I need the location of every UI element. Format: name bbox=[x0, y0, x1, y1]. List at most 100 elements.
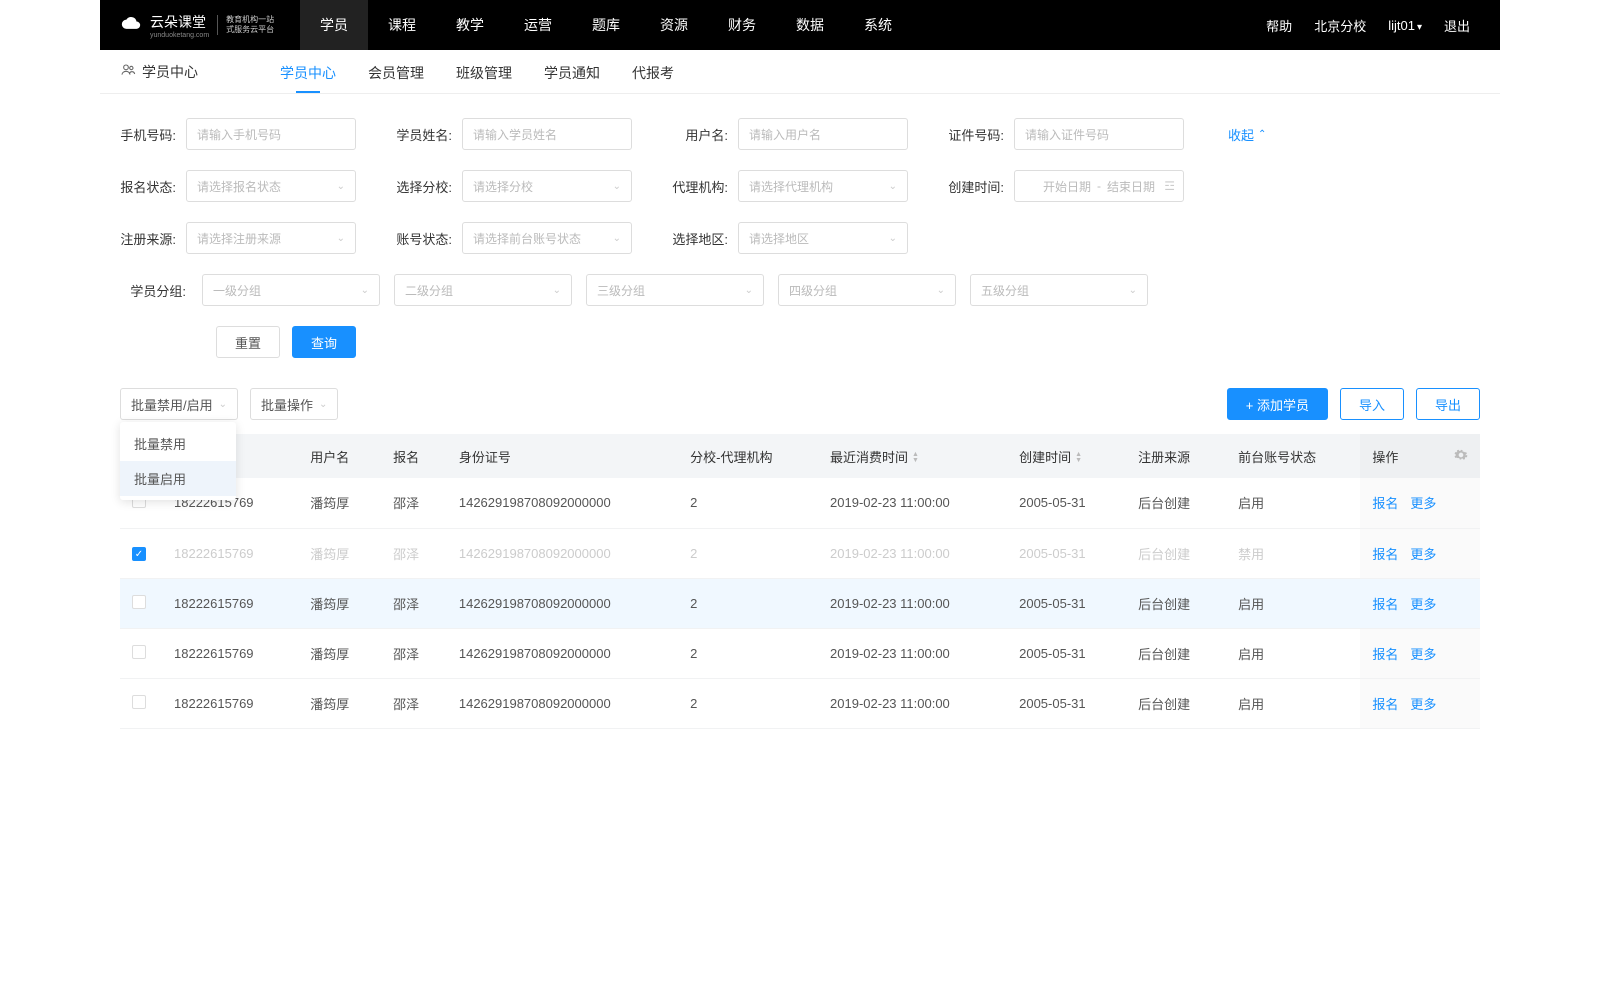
subnav-tab-2[interactable]: 班级管理 bbox=[456, 51, 512, 93]
topnav-tab-2[interactable]: 教学 bbox=[436, 0, 504, 50]
select-regsrc[interactable]: 请选择注册来源⌄ bbox=[186, 222, 356, 254]
th-src: 注册来源 bbox=[1126, 434, 1226, 478]
menu-item-disable[interactable]: 批量禁用 bbox=[120, 426, 236, 461]
chevron-down-icon: ⌄ bbox=[337, 233, 345, 244]
select-agency[interactable]: 请选择代理机构⌄ bbox=[738, 170, 908, 202]
th-ops: 操作 bbox=[1360, 434, 1442, 478]
logout-link[interactable]: 退出 bbox=[1444, 16, 1470, 35]
topnav-tab-5[interactable]: 资源 bbox=[640, 0, 708, 50]
row-more-link[interactable]: 更多 bbox=[1410, 547, 1436, 562]
row-more-link[interactable]: 更多 bbox=[1410, 697, 1436, 712]
topnav-tab-8[interactable]: 系统 bbox=[844, 0, 912, 50]
cell-last: 2019-02-23 11:00:00 bbox=[818, 678, 1007, 728]
subnav-tab-0[interactable]: 学员中心 bbox=[280, 51, 336, 93]
row-more-link[interactable]: 更多 bbox=[1410, 496, 1436, 511]
row-register-link[interactable]: 报名 bbox=[1372, 647, 1398, 662]
reset-button[interactable]: 重置 bbox=[216, 326, 280, 358]
cell-acc: 启用 bbox=[1226, 628, 1360, 678]
menu-item-enable[interactable]: 批量启用 bbox=[120, 461, 236, 496]
th-school: 分校-代理机构 bbox=[678, 434, 818, 478]
cell-ctime: 2005-05-31 bbox=[1007, 628, 1126, 678]
row-checkbox[interactable] bbox=[132, 695, 146, 709]
chevron-down-icon: ⌄ bbox=[1129, 285, 1137, 296]
import-button[interactable]: 导入 bbox=[1340, 388, 1404, 420]
select-group-2[interactable]: 二级分组⌄ bbox=[394, 274, 572, 306]
batch-toggle-dropdown[interactable]: 批量禁用/启用⌄ bbox=[120, 388, 238, 420]
branch-link[interactable]: 北京分校 bbox=[1314, 16, 1366, 35]
label-signup: 报名状态 bbox=[120, 177, 176, 196]
cell-last: 2019-02-23 11:00:00 bbox=[818, 528, 1007, 578]
query-button[interactable]: 查询 bbox=[292, 326, 356, 358]
sort-icon: ▲▼ bbox=[1075, 452, 1082, 464]
chevron-down-icon: ⌄ bbox=[745, 285, 753, 296]
label-region: 选择地区 bbox=[672, 229, 728, 248]
select-group-5[interactable]: 五级分组⌄ bbox=[970, 274, 1148, 306]
subnav-tab-3[interactable]: 学员通知 bbox=[544, 51, 600, 93]
topnav-tab-4[interactable]: 题库 bbox=[572, 0, 640, 50]
topnav-tab-7[interactable]: 数据 bbox=[776, 0, 844, 50]
row-register-link[interactable]: 报名 bbox=[1372, 547, 1398, 562]
topnav-tab-6[interactable]: 财务 bbox=[708, 0, 776, 50]
chevron-down-icon: ⌄ bbox=[889, 233, 897, 244]
table-row: 18222615769潘筠厚邵泽142629198708092000000220… bbox=[120, 478, 1480, 528]
daterange-ctime[interactable]: 开始日期-结束日期 ☲ bbox=[1014, 170, 1184, 202]
topnav-tab-1[interactable]: 课程 bbox=[368, 0, 436, 50]
cell-idnum: 142629198708092000000 bbox=[447, 578, 678, 628]
cell-acc: 启用 bbox=[1226, 478, 1360, 528]
students-table: 用户名 报名 身份证号 分校-代理机构 最近消费时间▲▼ 创建时间▲▼ 注册来源… bbox=[120, 434, 1480, 729]
batch-ops-dropdown[interactable]: 批量操作⌄ bbox=[250, 388, 338, 420]
filter-form: 手机号码 请输入手机号码 学员姓名 请输入学员姓名 用户名 请输入用户名 证件号… bbox=[100, 94, 1500, 358]
row-checkbox[interactable] bbox=[132, 595, 146, 609]
user-menu[interactable]: lijt01 bbox=[1388, 18, 1422, 33]
collapse-toggle[interactable]: 收起 bbox=[1228, 125, 1266, 144]
cell-src: 后台创建 bbox=[1126, 678, 1226, 728]
subnav-tab-4[interactable]: 代报考 bbox=[632, 51, 674, 93]
select-accstate[interactable]: 请选择前台账号状态⌄ bbox=[462, 222, 632, 254]
topnav-tab-3[interactable]: 运营 bbox=[504, 0, 572, 50]
cell-idnum: 142629198708092000000 bbox=[447, 628, 678, 678]
chevron-down-icon: ⌄ bbox=[553, 285, 561, 296]
subnav-tab-1[interactable]: 会员管理 bbox=[368, 51, 424, 93]
label-school: 选择分校 bbox=[396, 177, 452, 196]
row-register-link[interactable]: 报名 bbox=[1372, 597, 1398, 612]
row-checkbox[interactable]: ✓ bbox=[132, 547, 146, 561]
th-ctime[interactable]: 创建时间▲▼ bbox=[1007, 434, 1126, 478]
select-group-4[interactable]: 四级分组⌄ bbox=[778, 274, 956, 306]
label-group: 学员分组 bbox=[130, 281, 186, 300]
cell-username: 潘筠厚 bbox=[298, 578, 381, 628]
input-name[interactable]: 请输入学员姓名 bbox=[462, 118, 632, 150]
subnav-title: 学员中心 bbox=[110, 62, 280, 82]
cell-idnum: 142629198708092000000 bbox=[447, 478, 678, 528]
gear-icon bbox=[1454, 448, 1468, 462]
table-row: 18222615769潘筠厚邵泽142629198708092000000220… bbox=[120, 628, 1480, 678]
row-register-link[interactable]: 报名 bbox=[1372, 496, 1398, 511]
chevron-down-icon: ⌄ bbox=[337, 181, 345, 192]
cell-phone: 18222615769 bbox=[162, 578, 298, 628]
help-link[interactable]: 帮助 bbox=[1266, 16, 1292, 35]
input-username[interactable]: 请输入用户名 bbox=[738, 118, 908, 150]
select-signup[interactable]: 请选择报名状态⌄ bbox=[186, 170, 356, 202]
chevron-down-icon: ⌄ bbox=[361, 285, 369, 296]
select-school[interactable]: 请选择分校⌄ bbox=[462, 170, 632, 202]
cell-reg: 邵泽 bbox=[381, 678, 447, 728]
topnav-tab-0[interactable]: 学员 bbox=[300, 0, 368, 50]
row-checkbox[interactable] bbox=[132, 645, 146, 659]
label-phone: 手机号码 bbox=[120, 125, 176, 144]
row-more-link[interactable]: 更多 bbox=[1410, 597, 1436, 612]
export-button[interactable]: 导出 bbox=[1416, 388, 1480, 420]
select-group-3[interactable]: 三级分组⌄ bbox=[586, 274, 764, 306]
input-idnum[interactable]: 请输入证件号码 bbox=[1014, 118, 1184, 150]
row-register-link[interactable]: 报名 bbox=[1372, 697, 1398, 712]
th-last[interactable]: 最近消费时间▲▼ bbox=[818, 434, 1007, 478]
cell-username: 潘筠厚 bbox=[298, 678, 381, 728]
cell-username: 潘筠厚 bbox=[298, 528, 381, 578]
table-settings-button[interactable] bbox=[1442, 434, 1480, 478]
chevron-down-icon: ⌄ bbox=[937, 285, 945, 296]
row-more-link[interactable]: 更多 bbox=[1410, 647, 1436, 662]
cell-school: 2 bbox=[678, 528, 818, 578]
input-phone[interactable]: 请输入手机号码 bbox=[186, 118, 356, 150]
select-group-1[interactable]: 一级分组⌄ bbox=[202, 274, 380, 306]
add-student-button[interactable]: + 添加学员 bbox=[1227, 388, 1328, 420]
select-region[interactable]: 请选择地区⌄ bbox=[738, 222, 908, 254]
label-idnum: 证件号码 bbox=[948, 125, 1004, 144]
